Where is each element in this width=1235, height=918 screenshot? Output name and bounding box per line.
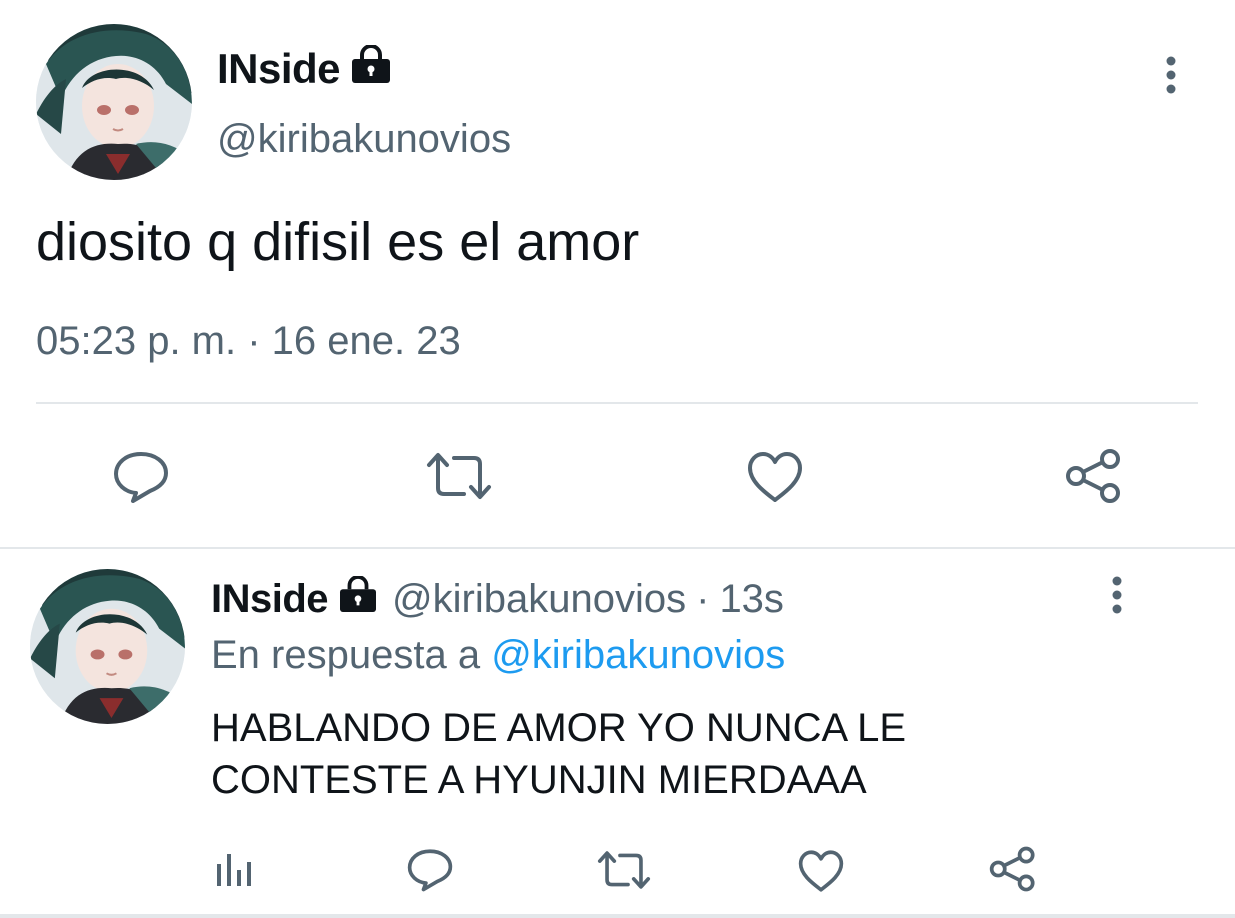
heart-icon[interactable] — [746, 450, 804, 504]
user-handle[interactable]: @kiribakunovios — [217, 114, 511, 164]
time-ago[interactable]: 13s — [719, 574, 784, 624]
lock-icon — [348, 44, 394, 94]
separator: · — [696, 577, 710, 621]
tweet-text: diosito q difisil es el amor — [36, 212, 640, 272]
reply-icon[interactable] — [112, 450, 170, 504]
tweet-text: HABLANDO DE AMOR YO NUNCA LE CONTESTE A … — [211, 706, 906, 802]
share-icon[interactable] — [1064, 448, 1124, 504]
tweet-timestamp[interactable]: 05:23 p. m. · 16 ene. 23 — [36, 314, 461, 368]
divider — [0, 914, 1235, 918]
mention-link[interactable]: @kiribakunovios — [491, 633, 785, 677]
avatar[interactable] — [30, 569, 185, 724]
share-icon[interactable] — [988, 846, 1038, 892]
retweet-icon[interactable] — [595, 849, 653, 891]
more-vertical-icon[interactable] — [1162, 56, 1180, 96]
divider — [36, 402, 1198, 404]
anime-avatar-image — [36, 24, 192, 180]
reply-prefix: En respuesta a — [211, 633, 481, 677]
anime-avatar-image — [30, 569, 185, 724]
lock-icon — [336, 574, 380, 624]
reply-icon[interactable] — [406, 848, 454, 892]
user-handle[interactable]: @kiribakunovios — [392, 574, 686, 624]
analytics-icon[interactable] — [214, 850, 256, 890]
divider — [0, 547, 1235, 549]
display-name-text[interactable]: INside — [211, 574, 329, 624]
display-name-text: INside — [217, 45, 341, 92]
reply-header: INside @kiribakunovios · 13s — [211, 574, 784, 624]
display-name[interactable]: INside — [217, 44, 394, 94]
retweet-icon[interactable] — [424, 450, 494, 502]
avatar[interactable] — [36, 24, 192, 180]
more-vertical-icon[interactable] — [1108, 576, 1126, 616]
reply-context: En respuesta a @kiribakunovios — [211, 628, 785, 682]
heart-icon[interactable] — [797, 849, 845, 893]
